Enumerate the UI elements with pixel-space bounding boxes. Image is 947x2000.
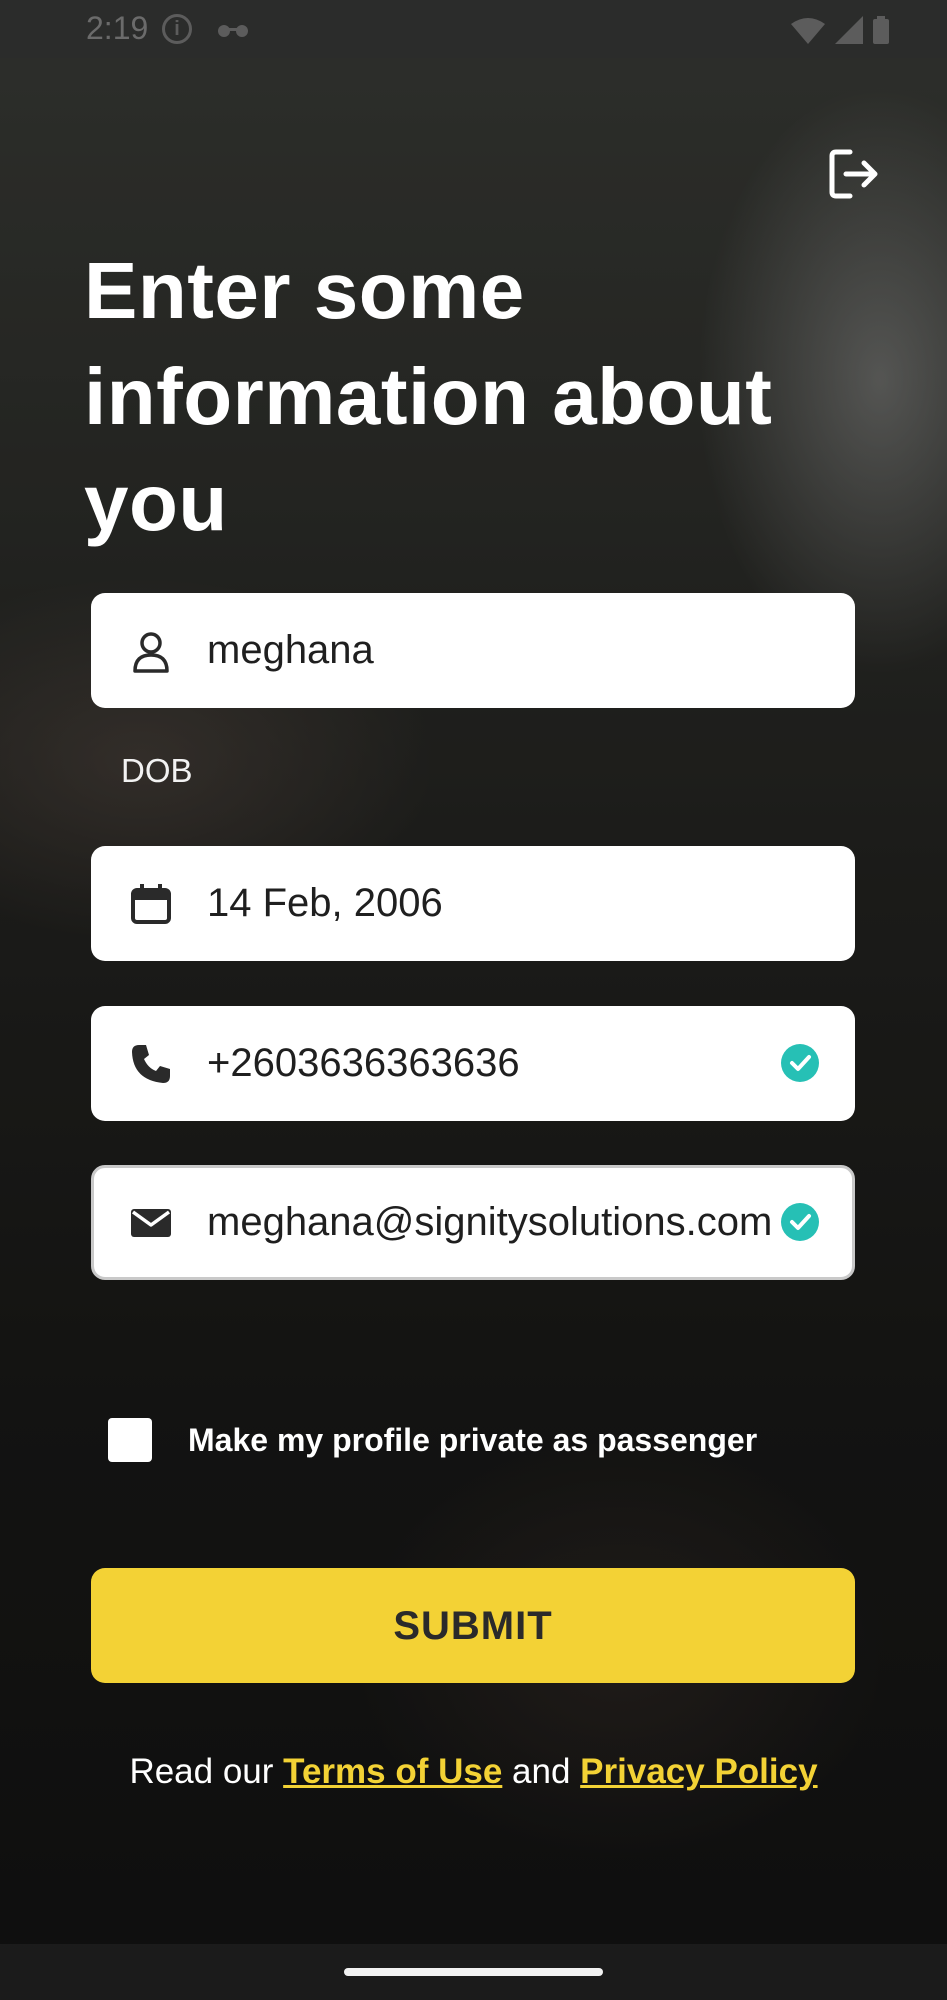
dob-field[interactable]: 14 Feb, 2006 — [91, 846, 855, 961]
private-profile-label: Make my profile private as passenger — [188, 1422, 758, 1458]
home-indicator[interactable] — [344, 1968, 603, 1976]
logout-icon[interactable] — [826, 146, 882, 202]
name-field[interactable]: meghana — [91, 593, 855, 708]
page-title: Enter some information about you — [84, 246, 773, 547]
submit-button[interactable]: SUBMIT — [91, 1568, 855, 1683]
info-icon: i — [162, 14, 192, 44]
terms-link[interactable]: Terms of Use — [283, 1752, 502, 1791]
signal-icon — [835, 16, 863, 44]
footer-middle: and — [502, 1752, 581, 1791]
email-field[interactable]: meghana@signitysolutions.com — [91, 1165, 855, 1280]
calendar-icon — [131, 884, 171, 924]
mail-icon — [131, 1209, 171, 1237]
privacy-link[interactable]: Privacy Policy — [580, 1752, 817, 1791]
legal-footer: Read our Terms of Use and Privacy Policy — [0, 1752, 947, 1792]
glasses-icon — [218, 25, 248, 37]
navigation-bar — [0, 1944, 947, 2000]
battery-icon — [873, 16, 889, 44]
phone-icon — [132, 1045, 170, 1083]
name-value: meghana — [207, 628, 374, 672]
wifi-icon — [791, 18, 825, 44]
status-bar: 2:19 i — [0, 0, 947, 58]
phone-field[interactable]: +2603636363636 — [91, 1006, 855, 1121]
verified-check-icon — [781, 1044, 819, 1082]
status-icons — [791, 16, 889, 44]
verified-check-icon — [781, 1203, 819, 1241]
phone-value: +2603636363636 — [207, 1041, 520, 1085]
dob-label: DOB — [121, 752, 193, 789]
dob-value: 14 Feb, 2006 — [207, 881, 443, 925]
email-value: meghana@signitysolutions.com — [207, 1200, 773, 1244]
footer-prefix: Read our — [129, 1752, 284, 1791]
person-icon — [133, 632, 169, 673]
status-time: 2:19 — [86, 10, 149, 46]
private-profile-checkbox[interactable] — [108, 1418, 152, 1462]
